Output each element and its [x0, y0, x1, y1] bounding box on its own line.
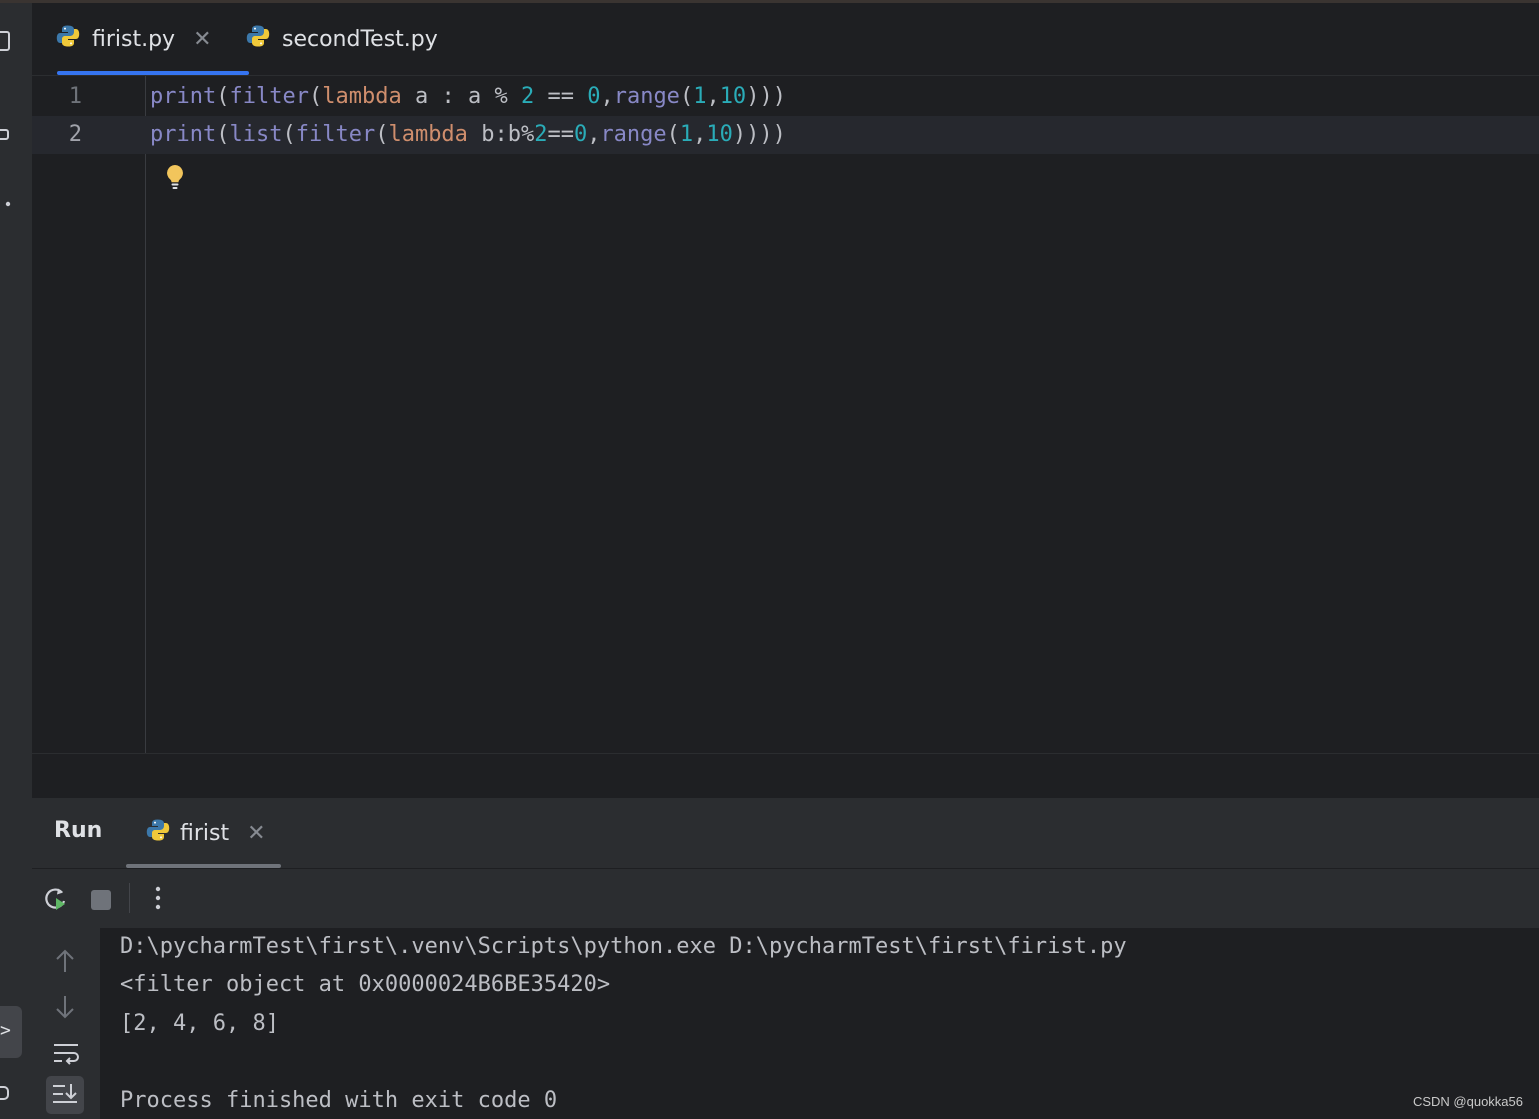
line-number: 2 [68, 122, 82, 147]
console-line-command: D:\pycharmTest\first\.venv\Scripts\pytho… [120, 934, 1127, 959]
console-line: <filter object at 0x0000024B6BE35420> [120, 972, 611, 997]
editor-bottom-area [32, 753, 1539, 799]
stop-icon[interactable] [90, 889, 112, 915]
run-tab-underline [126, 864, 281, 868]
console-line-exit: Process finished with exit code 0 [120, 1088, 558, 1113]
arrow-up-icon[interactable] [54, 948, 76, 978]
run-tool-button[interactable]: > [0, 1006, 22, 1058]
toolbar-separator [129, 883, 130, 913]
console-line: [2, 4, 6, 8] [120, 1011, 279, 1036]
tab-firist-py[interactable]: firist.py ✕ [56, 3, 249, 75]
line-number: 1 [68, 84, 82, 109]
console-output[interactable]: D:\pycharmTest\first\.venv\Scripts\pytho… [100, 928, 1539, 1119]
code-editor[interactable]: 1 print(filter(lambda a : a % 2 == 0,ran… [32, 76, 1539, 753]
run-toolbar [32, 869, 1539, 927]
run-config-tab[interactable]: firist ✕ [146, 798, 266, 868]
tab-label: firist.py [92, 26, 176, 52]
python-file-icon [246, 24, 270, 54]
run-header: Run firist ✕ [32, 798, 1539, 869]
watermark: CSDN @quokka56 [1412, 1094, 1523, 1109]
python-file-icon [146, 818, 170, 848]
console-side-toolbar [32, 928, 100, 1119]
rerun-icon[interactable] [42, 885, 70, 917]
intention-bulb-icon[interactable] [164, 164, 186, 196]
left-tool-strip: > [0, 3, 32, 1119]
run-title: Run [54, 818, 103, 843]
tab-secondtest-py[interactable]: secondTest.py [246, 3, 438, 75]
code-line[interactable]: 1 print(filter(lambda a : a % 2 == 0,ran… [32, 78, 1539, 116]
arrow-down-icon[interactable] [54, 994, 76, 1024]
structure-icon[interactable] [0, 127, 12, 147]
gutter-separator [145, 76, 146, 753]
code-line-current[interactable]: 2 print(list(filter(lambda b:b%2==0,rang… [32, 116, 1539, 154]
code-text[interactable]: print(list(filter(lambda b:b%2==0,range(… [150, 116, 786, 154]
run-tool-icon: > [0, 1020, 11, 1041]
close-icon[interactable]: ✕ [193, 27, 211, 52]
project-icon[interactable] [0, 31, 12, 57]
scroll-to-end-icon[interactable] [46, 1076, 84, 1114]
run-tool-window: Run firist ✕ D:\pycharmTest\first\.venv\… [32, 798, 1539, 1119]
close-icon[interactable]: ✕ [247, 821, 265, 846]
more-tools-icon[interactable] [4, 193, 12, 212]
soft-wrap-icon[interactable] [52, 1042, 80, 1070]
code-text[interactable]: print(filter(lambda a : a % 2 == 0,range… [150, 78, 786, 116]
tab-label: secondTest.py [282, 26, 438, 52]
python-console-icon[interactable] [0, 1083, 10, 1113]
python-file-icon [56, 24, 80, 54]
editor-tab-bar: firist.py ✕ secondTest.py [32, 3, 1539, 76]
more-vertical-icon[interactable] [154, 885, 162, 915]
run-tab-label: firist [180, 820, 230, 846]
